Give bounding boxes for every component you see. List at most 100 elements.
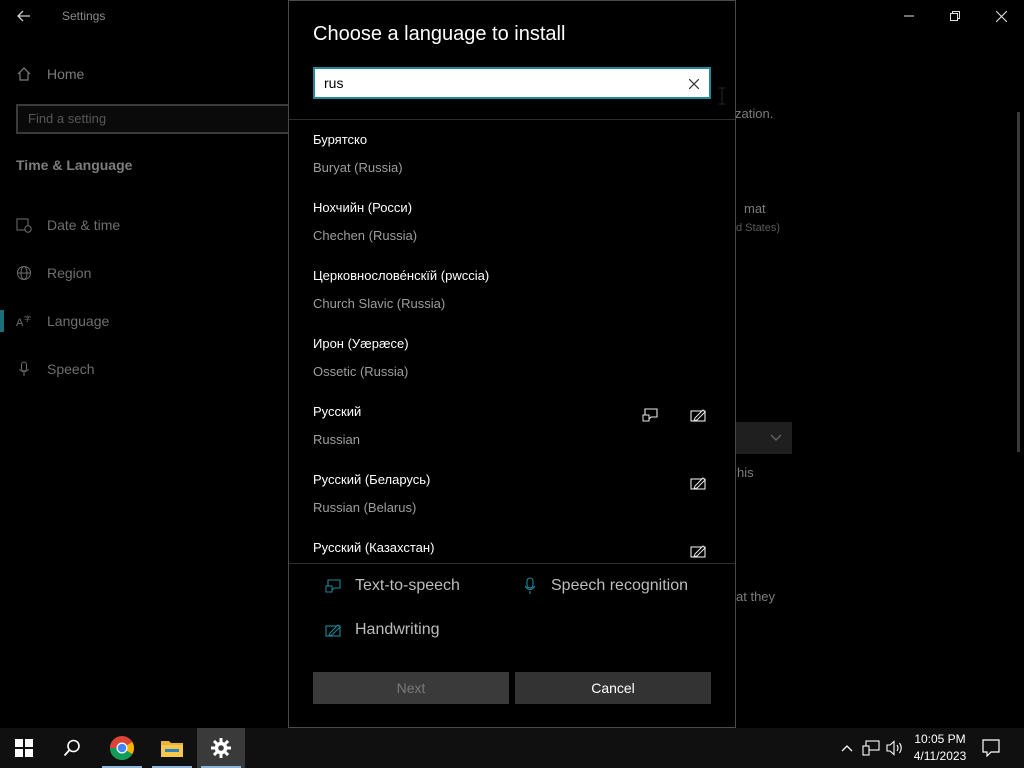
legend-label: Handwriting [355,621,440,638]
language-native-name: Бурятско [313,132,368,147]
taskbar-search-button[interactable] [48,728,96,768]
bg-text-fragment: at they [736,589,776,604]
language-english-name: Church Slavic (Russia) [313,296,446,311]
taskbar-chrome-button[interactable] [98,728,146,768]
calendar-clock-icon [16,217,34,233]
legend-label: Text-to-speech [355,577,460,594]
clock-time: 10:05 PM [914,732,966,746]
chevron-up-icon [841,745,853,752]
nav-active-indicator [0,310,4,332]
sidebar-item-label: Speech [47,361,95,377]
bg-text-fragment: zation. [735,106,774,121]
language-native-name: Ирон (Уæрæсе) [313,336,409,351]
handwriting-icon [323,620,345,640]
clear-search-button[interactable] [685,75,703,93]
taskbar: 10:05 PM 4/11/2023 [0,728,1024,768]
sidebar-item-region[interactable]: Region [16,261,91,285]
handwriting-icon [690,406,708,424]
restore-button[interactable] [932,0,978,32]
language-native-name: Русский (Беларусь) [313,472,431,487]
language-search-input[interactable] [315,69,675,97]
find-setting-input[interactable]: Find a setting [16,104,306,134]
sidebar-item-date-time[interactable]: Date & time [16,213,120,237]
svg-text:字: 字 [24,314,31,323]
language-native-name: Русский (Казахстан) [313,540,435,555]
chrome-icon [109,736,134,761]
start-button[interactable] [0,728,48,768]
bg-text-fragment: his [737,465,754,480]
list-item[interactable]: Русский Russian [289,393,735,461]
settings-gear-icon [211,738,231,758]
text-to-speech-icon [642,406,660,424]
list-item[interactable]: Нохчийн (Росси) Chechen (Russia) [289,189,735,257]
sidebar-item-label: Language [47,313,110,329]
bg-text-fragment: d States) [736,222,781,234]
network-button[interactable] [860,728,882,768]
text-to-speech-icon [323,576,345,596]
minimize-icon [904,15,914,17]
back-button[interactable] [8,2,40,30]
back-arrow-icon [17,10,30,22]
legend-text-to-speech: Text-to-speech [323,576,460,596]
svg-text:A: A [16,317,24,329]
bg-dropdown[interactable] [735,422,792,454]
close-button[interactable] [978,0,1024,32]
search-icon [63,739,80,757]
language-native-name: Нохчийн (Росси) [313,200,413,215]
taskbar-file-explorer-button[interactable] [148,728,196,768]
app-title: Settings [62,9,106,23]
minimize-button[interactable] [886,0,932,32]
taskbar-settings-button[interactable] [197,728,245,768]
language-dialog: Choose a language to install Бурятско Bu… [288,0,736,728]
microphone-icon [519,576,541,596]
language-english-name: Russian [313,432,360,447]
legend-label: Speech recognition [551,577,688,594]
sidebar-item-language[interactable]: A字 Language [16,309,109,333]
language-list[interactable]: Бурятско Buryat (Russia) Нохчийн (Росси)… [289,121,735,561]
divider [289,563,735,564]
nav-home[interactable]: Home [16,62,84,86]
cancel-button[interactable]: Cancel [515,672,711,704]
list-item[interactable]: Русский (Беларусь) Russian (Belarus) [289,461,735,529]
sidebar-item-label: Region [47,265,92,281]
notification-icon [982,739,1000,757]
find-setting-placeholder: Find a setting [28,111,107,126]
nav-home-label: Home [47,66,85,82]
language-english-name: Russian (Belarus) [313,500,417,515]
action-center-button[interactable] [980,728,1002,768]
windows-start-icon [15,739,33,757]
language-english-name: Chechen (Russia) [313,228,418,243]
handwriting-icon [690,542,708,560]
close-icon [689,79,699,89]
language-english-name: Buryat (Russia) [313,160,403,175]
language-english-name: Ossetic (Russia) [313,364,409,379]
bg-scrollbar[interactable] [1017,112,1020,452]
list-item[interactable]: Русский (Казахстан) [289,529,735,561]
globe-icon [16,265,34,281]
home-icon [16,66,34,82]
handwriting-icon [690,474,708,492]
sidebar-item-speech[interactable]: Speech [16,357,94,381]
list-item[interactable]: Бурятско Buryat (Russia) [289,121,735,189]
clock-date: 4/11/2023 [913,749,967,763]
language-search-field[interactable] [313,67,711,99]
legend-handwriting: Handwriting [323,620,439,640]
network-icon [862,740,880,756]
sidebar-item-label: Date & time [47,217,121,233]
list-item[interactable]: Церковнослове́нскїй (рwссіа) Church Slav… [289,257,735,325]
next-button[interactable]: Next [313,672,509,704]
language-native-name: Церковнослове́нскїй (рwссіа) [313,268,490,283]
text-cursor-icon [719,87,725,105]
show-hidden-icons-button[interactable] [838,728,856,768]
taskbar-clock[interactable]: 10:05 PM 4/11/2023 [904,731,976,765]
chevron-down-icon [770,434,782,441]
divider [289,119,735,120]
volume-button[interactable] [884,728,906,768]
legend-speech-recognition: Speech recognition [519,576,688,596]
close-icon [995,10,1007,22]
bg-text-fragment: mat [744,201,766,216]
microphone-icon [16,361,34,377]
list-item[interactable]: Ирон (Уæрæсе) Ossetic (Russia) [289,325,735,393]
dialog-title: Choose a language to install [313,23,566,45]
speaker-icon [886,740,902,756]
